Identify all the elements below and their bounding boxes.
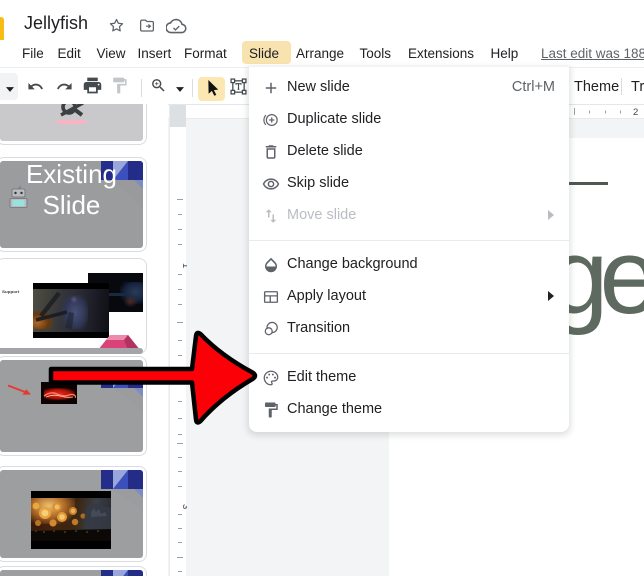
svg-text:2: 2: [633, 107, 638, 118]
svg-text:1: 1: [180, 263, 187, 268]
svg-text:3: 3: [180, 504, 187, 509]
